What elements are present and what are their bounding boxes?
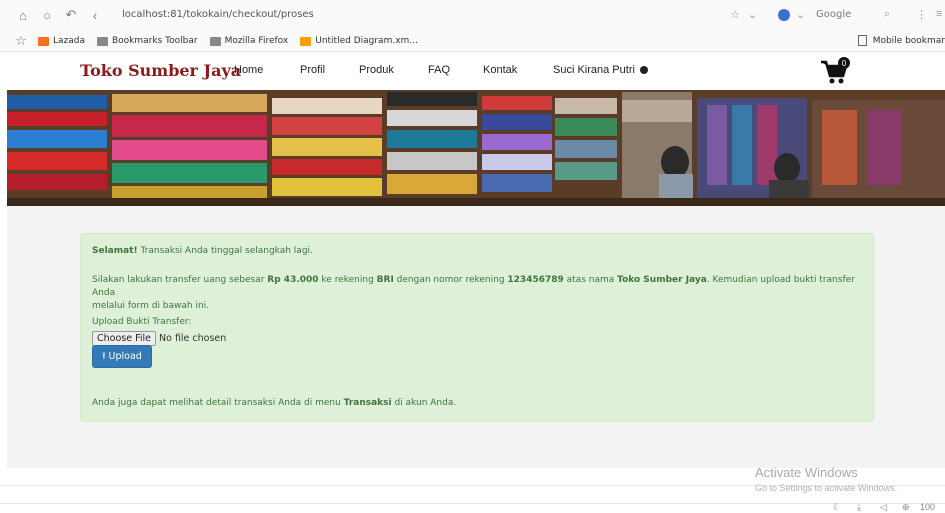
chevron-down-icon bbox=[640, 66, 648, 75]
transfer-amount: Rp 43.000 bbox=[267, 275, 319, 285]
user-name: Suci Kirana Putri bbox=[553, 64, 635, 76]
chevron-down-icon[interactable]: ⌄ bbox=[748, 8, 757, 21]
lazada-icon bbox=[38, 36, 49, 46]
bookmark-lazada[interactable]: Lazada bbox=[38, 36, 85, 46]
divider bbox=[0, 503, 945, 504]
status-download-icon: ⤓ bbox=[857, 502, 861, 512]
file-status: No file chosen bbox=[159, 333, 227, 344]
status-moon-icon: ☾ bbox=[833, 502, 842, 512]
status-sound-icon: ◁ bbox=[880, 502, 887, 512]
site-navbar: Toko Sumber Jaya Home Profil Produk FAQ … bbox=[0, 52, 945, 90]
mobile-icon bbox=[857, 35, 867, 46]
nav-faq[interactable]: FAQ bbox=[428, 64, 450, 76]
bookmark-diagram[interactable]: Untitled Diagram.xm... bbox=[300, 36, 418, 46]
account-owner: Toko Sumber Jaya bbox=[617, 275, 707, 285]
nav-kontak[interactable]: Kontak bbox=[483, 64, 517, 76]
search-engine-label[interactable]: Google bbox=[816, 9, 851, 20]
search-icon[interactable]: ⌕ bbox=[884, 8, 890, 21]
upload-button[interactable]: ⭱ Upload bbox=[92, 345, 152, 368]
account-number: 123456789 bbox=[507, 275, 564, 285]
site-brand[interactable]: Toko Sumber Jaya bbox=[80, 61, 241, 80]
reload-icon[interactable]: ○ bbox=[38, 6, 56, 24]
bank-name: BRI bbox=[376, 275, 394, 285]
home-icon[interactable]: ⌂ bbox=[14, 6, 32, 24]
alert-line-1: Selamat! Transaksi Anda tinggal selangka… bbox=[92, 246, 313, 256]
bookmarks-bar: ☆ Lazada Bookmarks Toolbar Mozilla Firef… bbox=[0, 30, 945, 52]
menu-icon[interactable]: ⋮ bbox=[916, 8, 927, 21]
bookmark-toolbar[interactable]: Bookmarks Toolbar bbox=[97, 36, 198, 46]
alert-line-2: Silakan lakukan transfer uang sebesar Rp… bbox=[92, 275, 855, 311]
user-menu[interactable]: Suci Kirana Putri bbox=[553, 64, 648, 76]
zoom-level: 100 bbox=[920, 502, 936, 512]
upload-icon: ⭱ bbox=[102, 350, 106, 362]
overflow-icon[interactable]: ≡ bbox=[936, 8, 942, 20]
transaksi-link[interactable]: Transaksi bbox=[344, 398, 392, 408]
search-engine-icon[interactable] bbox=[778, 9, 790, 21]
bookmark-firefox[interactable]: Mozilla Firefox bbox=[209, 36, 288, 46]
cart-badge: 0 bbox=[838, 57, 850, 69]
alert-title: Selamat! bbox=[92, 246, 138, 256]
mobile-bookmarks[interactable]: Mobile bookmar bbox=[857, 35, 945, 46]
nav-home[interactable]: Home bbox=[234, 64, 263, 76]
store-banner-image bbox=[7, 90, 945, 206]
browser-chrome: ⌂ ○ ↶ ‹ localhost:81/tokokain/checkout/p… bbox=[0, 0, 945, 52]
folder-icon bbox=[97, 36, 108, 46]
folder-icon bbox=[209, 36, 221, 46]
zoom-icon[interactable]: ⊕ bbox=[902, 502, 910, 513]
activate-windows-subtitle: Go to Settings to activate Windows. bbox=[755, 483, 898, 493]
fabric-shelves-photo bbox=[7, 90, 945, 206]
success-alert: Selamat! Transaksi Anda tinggal selangka… bbox=[80, 233, 874, 422]
star-icon[interactable]: ☆ bbox=[730, 8, 740, 21]
choose-file-button[interactable]: Choose File bbox=[92, 331, 156, 346]
search-engine-chevron-icon[interactable]: ⌄ bbox=[796, 8, 805, 21]
upload-label: Upload Bukti Transfer: bbox=[92, 317, 192, 327]
back-icon[interactable]: ‹ bbox=[86, 6, 104, 24]
address-bar[interactable]: localhost:81/tokokain/checkout/proses bbox=[122, 9, 314, 20]
bookmark-star-icon[interactable]: ☆ bbox=[12, 32, 30, 50]
nav-profil[interactable]: Profil bbox=[300, 64, 325, 76]
alert-footer: Anda juga dapat melihat detail transaksi… bbox=[92, 398, 457, 408]
cart-button[interactable]: 0 bbox=[818, 57, 852, 87]
undo-icon[interactable]: ↶ bbox=[62, 6, 80, 24]
activate-windows-title: Activate Windows bbox=[755, 465, 858, 480]
drawio-icon bbox=[300, 36, 312, 46]
nav-produk[interactable]: Produk bbox=[359, 64, 394, 76]
